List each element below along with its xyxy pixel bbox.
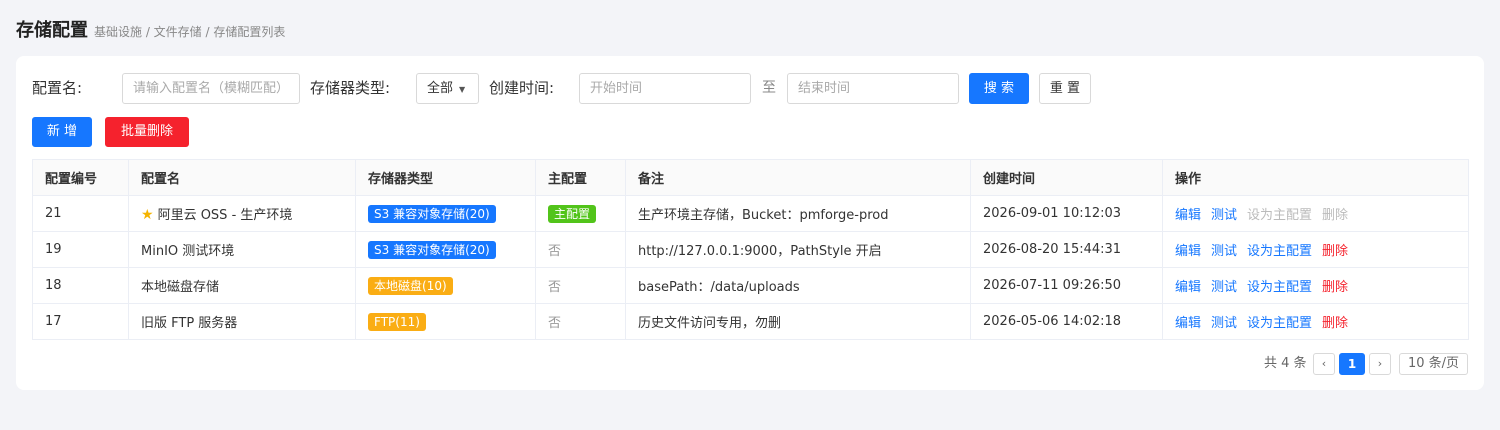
cell-master: 主配置 <box>535 195 626 232</box>
cell-actions: 编辑 测试 设为主配置 删除 <box>1162 231 1469 268</box>
master-value: 否 <box>548 244 562 259</box>
edit-link[interactable]: 编辑 <box>1175 244 1201 259</box>
cell-remark: 生产环境主存储，Bucket：pmforge-prod <box>625 195 971 232</box>
cell-id: 19 <box>32 231 129 268</box>
cell-name: 旧版 FTP 服务器 <box>128 303 356 340</box>
cell-remark: basePath：/data/uploads <box>625 267 971 304</box>
master-tag: 主配置 <box>548 204 597 223</box>
content-card: 配置名: 存储器类型: 全部 ▼ 创建时间: 至 搜 索 重 置 新 增 批量删除… <box>16 56 1484 390</box>
filter-bar: 配置名: 存储器类型: 全部 ▼ 创建时间: 至 搜 索 重 置 <box>32 73 1472 104</box>
storage-type-tag: 本地磁盘(10) <box>368 276 453 295</box>
edit-link[interactable]: 编辑 <box>1175 280 1201 295</box>
page-header: 存储配置 基础设施 / 文件存储 / 存储配置列表 <box>16 16 285 42</box>
config-name-label: 配置名: <box>32 79 83 97</box>
cell-created: 2026-05-06 14:02:18 <box>970 303 1163 340</box>
batch-delete-button[interactable]: 批量删除 <box>105 117 189 147</box>
end-time-input[interactable] <box>787 73 959 104</box>
config-name-input[interactable] <box>122 73 300 104</box>
cell-created: 2026-08-20 15:44:31 <box>970 231 1163 268</box>
page-size-select[interactable]: 10 条/页 <box>1399 353 1468 375</box>
header-type: 存储器类型 <box>355 159 536 196</box>
header-id: 配置编号 <box>32 159 129 196</box>
cell-remark: http://127.0.0.1:9000，PathStyle 开启 <box>625 231 971 268</box>
table-row[interactable]: 17 旧版 FTP 服务器 FTP(11) 否 历史文件访问专用，勿删 2026-05-0… <box>32 303 1469 340</box>
cell-remark: 历史文件访问专用，勿删 <box>625 303 971 340</box>
cell-actions: 编辑 测试 设为主配置 删除 <box>1162 303 1469 340</box>
set-master-link[interactable]: 设为主配置 <box>1247 316 1312 331</box>
cell-id: 17 <box>32 303 129 340</box>
test-link[interactable]: 测试 <box>1211 280 1237 295</box>
next-page-button[interactable]: › <box>1369 353 1391 375</box>
breadcrumb: 基础设施 / 文件存储 / 存储配置列表 <box>94 25 286 39</box>
pagination-total: 共 4 条 <box>1264 356 1307 371</box>
table-row[interactable]: 21 ★ 阿里云 OSS - 生产环境 S3 兼容对象存储(20) 主配置 生产环境主存储… <box>32 195 1469 232</box>
cell-master: 否 <box>535 267 626 304</box>
storage-type-tag: S3 兼容对象存储(20) <box>368 204 496 223</box>
header-actions: 操作 <box>1162 159 1469 196</box>
storage-type-value: 全部 <box>427 81 454 96</box>
pagination: 共 4 条 ‹ 1 › 10 条/页 <box>16 353 1468 375</box>
header-remark: 备注 <box>625 159 971 196</box>
page-1-button[interactable]: 1 <box>1339 353 1365 375</box>
set-master-link[interactable]: 设为主配置 <box>1247 280 1312 295</box>
star-icon: ★ <box>141 207 154 223</box>
edit-link[interactable]: 编辑 <box>1175 208 1201 223</box>
header-created: 创建时间 <box>970 159 1163 196</box>
cell-type: S3 兼容对象存储(20) <box>355 231 536 268</box>
cell-created: 2026-07-11 09:26:50 <box>970 267 1163 304</box>
storage-type-tag: FTP(11) <box>368 312 426 331</box>
set-master-link: 设为主配置 <box>1247 208 1313 223</box>
test-link[interactable]: 测试 <box>1211 208 1237 223</box>
start-time-input[interactable] <box>579 73 751 104</box>
set-master-link[interactable]: 设为主配置 <box>1247 244 1312 259</box>
header-name: 配置名 <box>128 159 356 196</box>
master-value: 否 <box>548 316 562 331</box>
table-row[interactable]: 19 MinIO 测试环境 S3 兼容对象存储(20) 否 http://127.0.0… <box>32 231 1469 268</box>
cell-actions: 编辑 测试 设为主配置 删除 <box>1162 195 1469 232</box>
cell-id: 18 <box>32 267 129 304</box>
date-range-separator: 至 <box>762 80 776 96</box>
delete-link[interactable]: 删除 <box>1322 244 1348 259</box>
config-name: 阿里云 OSS - 生产环境 <box>157 208 293 223</box>
search-button[interactable]: 搜 索 <box>969 73 1029 104</box>
cell-type: S3 兼容对象存储(20) <box>355 195 536 232</box>
reset-button[interactable]: 重 置 <box>1039 73 1091 104</box>
cell-master: 否 <box>535 231 626 268</box>
config-name: MinIO 测试环境 <box>141 244 235 259</box>
test-link[interactable]: 测试 <box>1211 244 1237 259</box>
cell-name: ★ 阿里云 OSS - 生产环境 <box>128 195 356 232</box>
edit-link[interactable]: 编辑 <box>1175 316 1201 331</box>
prev-page-button[interactable]: ‹ <box>1313 353 1335 375</box>
table-header-row: 配置编号 配置名 存储器类型 主配置 备注 创建时间 操作 <box>32 159 1469 196</box>
cell-name: 本地磁盘存储 <box>128 267 356 304</box>
cell-name: MinIO 测试环境 <box>128 231 356 268</box>
config-table: 配置编号 配置名 存储器类型 主配置 备注 创建时间 操作 21 ★ 阿里云 OSS… <box>32 159 1469 340</box>
delete-link[interactable]: 删除 <box>1322 280 1348 295</box>
master-value: 否 <box>548 280 562 295</box>
config-name: 旧版 FTP 服务器 <box>141 316 238 331</box>
caret-down-icon: ▼ <box>459 85 466 94</box>
storage-type-label: 存储器类型: <box>310 79 391 97</box>
cell-created: 2026-09-01 10:12:03 <box>970 195 1163 232</box>
page-title: 存储配置 <box>16 20 88 41</box>
cell-type: FTP(11) <box>355 303 536 340</box>
create-time-label: 创建时间: <box>489 79 555 97</box>
config-name: 本地磁盘存储 <box>141 280 220 295</box>
delete-link[interactable]: 删除 <box>1322 316 1348 331</box>
cell-actions: 编辑 测试 设为主配置 删除 <box>1162 267 1469 304</box>
table-row[interactable]: 18 本地磁盘存储 本地磁盘(10) 否 basePath：/data/uploads 2… <box>32 267 1469 304</box>
storage-type-select[interactable]: 全部 ▼ <box>416 73 479 104</box>
header-master: 主配置 <box>535 159 626 196</box>
cell-id: 21 <box>32 195 129 232</box>
cell-type: 本地磁盘(10) <box>355 267 536 304</box>
test-link[interactable]: 测试 <box>1211 316 1237 331</box>
delete-link: 删除 <box>1322 208 1349 223</box>
cell-master: 否 <box>535 303 626 340</box>
storage-type-tag: S3 兼容对象存储(20) <box>368 240 496 259</box>
add-button[interactable]: 新 增 <box>32 117 92 147</box>
